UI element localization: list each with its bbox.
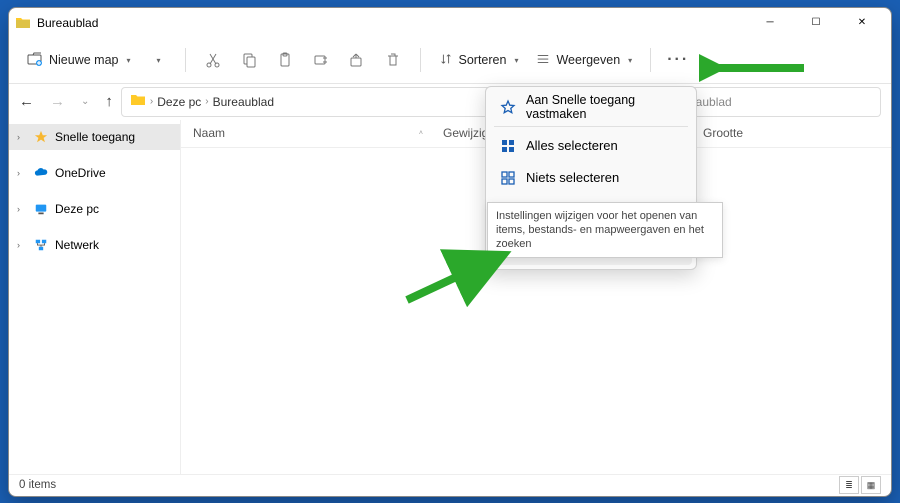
- tooltip-text: Instellingen wijzigen voor het openen va…: [496, 210, 704, 251]
- separator: [650, 48, 651, 72]
- sidebar-item-label: Netwerk: [55, 238, 99, 252]
- view-label: Weergeven: [556, 53, 620, 67]
- status-bar: 0 items ≣ ▦: [9, 474, 891, 496]
- copy-button[interactable]: [232, 44, 266, 76]
- chevron-down-icon: ▾: [514, 56, 518, 65]
- details-view-button[interactable]: ≣: [839, 476, 859, 494]
- sort-label: Sorteren: [459, 53, 507, 67]
- chevron-down-button[interactable]: ▾: [141, 44, 175, 76]
- share-button[interactable]: [340, 44, 374, 76]
- folder-icon: [130, 92, 146, 111]
- delete-button[interactable]: [376, 44, 410, 76]
- new-folder-icon: [27, 51, 43, 70]
- sort-icon: [439, 52, 453, 69]
- chevron-down-icon: ▾: [126, 56, 130, 65]
- sidebar-item-network[interactable]: › Netwerk: [9, 232, 180, 258]
- separator: [185, 48, 186, 72]
- sidebar-item-label: Deze pc: [55, 202, 99, 216]
- forward-button[interactable]: →: [50, 93, 65, 110]
- menu-select-all[interactable]: Alles selecteren: [490, 130, 692, 162]
- nav-row: ← → ⌄ ↑ › Deze pc › Bureaublad eaublad: [9, 84, 891, 120]
- command-bar: Nieuwe map ▾ ▾ Sorteren ▾ Weergeven: [9, 38, 891, 84]
- minimize-button[interactable]: ─: [747, 8, 793, 38]
- sidebar-item-label: Snelle toegang: [55, 130, 135, 144]
- sidebar-item-quickaccess[interactable]: › Snelle toegang: [9, 124, 180, 150]
- menu-pin-to-quickaccess[interactable]: Aan Snelle toegang vastmaken: [490, 91, 692, 123]
- menu-label: Alles selecteren: [526, 138, 618, 153]
- monitor-icon: [33, 202, 49, 216]
- separator: [420, 48, 421, 72]
- chevron-right-icon: ›: [17, 204, 27, 214]
- star-icon: [33, 130, 49, 144]
- recent-chevron[interactable]: ⌄: [81, 96, 89, 107]
- menu-select-none[interactable]: Niets selecteren: [490, 162, 692, 194]
- thumbnails-view-button[interactable]: ▦: [861, 476, 881, 494]
- new-folder-label: Nieuwe map: [49, 53, 118, 67]
- back-button[interactable]: ←: [19, 93, 34, 110]
- chevron-down-icon: ▾: [628, 56, 632, 65]
- maximize-button[interactable]: ☐: [793, 8, 839, 38]
- select-none-icon: [500, 170, 516, 186]
- sort-button[interactable]: Sorteren ▾: [431, 44, 527, 76]
- star-outline-icon: [500, 99, 516, 115]
- chevron-right-icon: ›: [205, 96, 208, 107]
- cut-button[interactable]: [196, 44, 230, 76]
- sidebar-item-label: OneDrive: [55, 166, 106, 180]
- breadcrumb-part[interactable]: Bureaublad: [213, 95, 274, 109]
- options-tooltip: Instellingen wijzigen voor het openen va…: [487, 202, 723, 259]
- window-title: Bureaublad: [37, 16, 98, 30]
- search-input[interactable]: eaublad: [681, 87, 881, 117]
- sidebar-item-onedrive[interactable]: › OneDrive: [9, 160, 180, 186]
- nav-pane: › Snelle toegang › OneDrive › D: [9, 120, 181, 474]
- sidebar-item-thispc[interactable]: › Deze pc: [9, 196, 180, 222]
- more-button[interactable]: ···: [661, 44, 695, 76]
- chevron-right-icon: ›: [17, 132, 27, 142]
- breadcrumb-part[interactable]: Deze pc: [157, 95, 201, 109]
- chevron-right-icon: ›: [150, 96, 153, 107]
- folder-icon: [15, 15, 31, 31]
- view-icon: [536, 52, 550, 69]
- up-button[interactable]: ↑: [105, 93, 113, 110]
- network-icon: [33, 238, 49, 252]
- close-button[interactable]: ✕: [839, 8, 885, 38]
- view-button[interactable]: Weergeven ▾: [528, 44, 640, 76]
- column-size[interactable]: Grootte: [703, 126, 783, 140]
- menu-label: Aan Snelle toegang vastmaken: [526, 93, 682, 121]
- titlebar: Bureaublad ─ ☐ ✕: [9, 8, 891, 38]
- paste-button[interactable]: [268, 44, 302, 76]
- menu-label: Niets selecteren: [526, 170, 619, 185]
- chevron-right-icon: ›: [17, 168, 27, 178]
- item-count: 0 items: [19, 479, 56, 491]
- menu-divider: [494, 126, 688, 127]
- chevron-right-icon: ›: [17, 240, 27, 250]
- new-folder-button[interactable]: Nieuwe map ▾: [19, 44, 139, 76]
- explorer-window: Bureaublad ─ ☐ ✕ Nieuwe map ▾ ▾: [8, 7, 892, 497]
- sort-indicator-icon: ˄: [419, 130, 423, 137]
- cloud-icon: [33, 166, 49, 180]
- rename-button[interactable]: [304, 44, 338, 76]
- select-all-icon: [500, 138, 516, 154]
- column-name[interactable]: Naam˄: [193, 126, 443, 140]
